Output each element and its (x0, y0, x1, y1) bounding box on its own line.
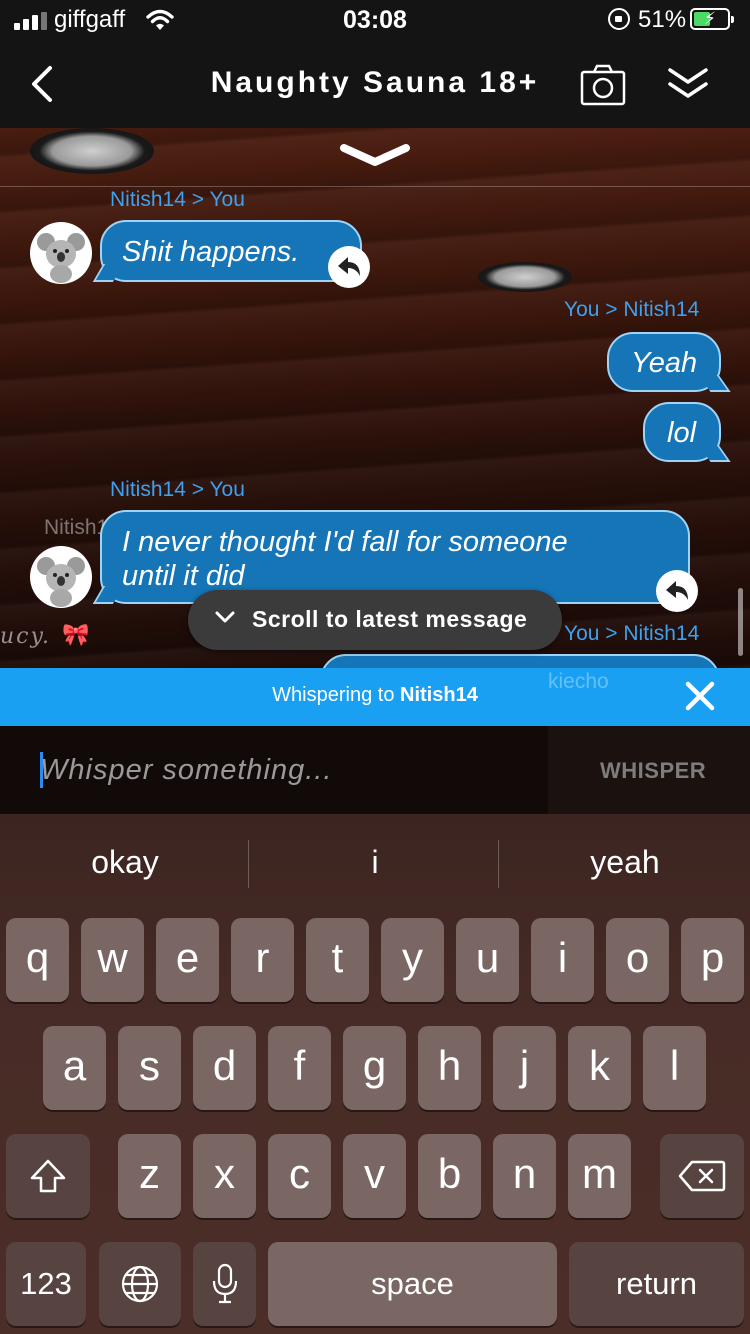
chat-area[interactable]: Nitish14 > You Shit happens. You > Nitis… (0, 128, 750, 668)
background-script-text: ucy. (0, 624, 51, 649)
key-m[interactable]: m (568, 1134, 631, 1218)
suggestion-okay[interactable]: okay (0, 844, 250, 881)
key-b[interactable]: b (418, 1134, 481, 1218)
delete-key[interactable] (660, 1134, 744, 1218)
suggestion-yeah[interactable]: yeah (500, 844, 750, 881)
reply-button[interactable] (656, 570, 698, 612)
key-k[interactable]: k (568, 1026, 631, 1110)
dictation-key[interactable] (193, 1242, 256, 1326)
numbers-key[interactable]: 123 (6, 1242, 86, 1326)
scroll-to-latest-button[interactable]: Scroll to latest message (188, 590, 562, 650)
avatar[interactable] (30, 546, 92, 608)
message-input-row: WHISPER (0, 726, 750, 814)
key-f[interactable]: f (268, 1026, 331, 1110)
text-cursor (40, 752, 43, 788)
back-button[interactable] (24, 62, 64, 106)
message-bubble[interactable]: Yeah (607, 332, 721, 392)
ceiling-lamp (478, 262, 572, 292)
backspace-icon (678, 1160, 726, 1192)
suggestion-divider (248, 840, 249, 888)
message-sender-label: Nitish14 > You (110, 188, 245, 211)
key-a[interactable]: a (43, 1026, 106, 1110)
key-o[interactable]: o (606, 918, 669, 1002)
return-key[interactable]: return (569, 1242, 744, 1326)
divider (0, 186, 750, 187)
key-e[interactable]: e (156, 918, 219, 1002)
globe-key[interactable] (99, 1242, 181, 1326)
key-j[interactable]: j (493, 1026, 556, 1110)
key-u[interactable]: u (456, 918, 519, 1002)
space-key[interactable]: space (268, 1242, 557, 1326)
key-r[interactable]: r (231, 918, 294, 1002)
bow-icon: 🎀 (62, 622, 90, 647)
message-bubble[interactable]: lol (643, 402, 721, 462)
suggestion-i[interactable]: i (250, 844, 500, 881)
chevron-down-icon (215, 611, 235, 623)
key-x[interactable]: x (193, 1134, 256, 1218)
globe-icon (121, 1265, 159, 1303)
key-g[interactable]: g (343, 1026, 406, 1110)
key-q[interactable]: q (6, 918, 69, 1002)
key-y[interactable]: y (381, 918, 444, 1002)
whisper-input[interactable] (40, 750, 540, 790)
avatar[interactable] (30, 222, 92, 284)
key-l[interactable]: l (643, 1026, 706, 1110)
key-i[interactable]: i (531, 918, 594, 1002)
battery-icon: ⚡ (690, 8, 734, 30)
shift-arrow-icon (30, 1159, 66, 1193)
reply-button[interactable] (328, 246, 370, 288)
whisper-banner: Whispering to Nitish14 (0, 668, 750, 726)
keyboard: okay i yeah q w e r t y u i o p a s d f … (0, 814, 750, 1334)
camera-button[interactable] (580, 64, 626, 106)
top-bar: giffgaff 03:08 51% ⚡ Naughty Sauna 18+ (0, 0, 750, 128)
reply-arrow-icon (666, 581, 688, 600)
charging-bolt-icon: ⚡ (704, 9, 716, 28)
collapse-button[interactable] (666, 64, 710, 104)
key-v[interactable]: v (343, 1134, 406, 1218)
key-z[interactable]: z (118, 1134, 181, 1218)
koala-avatar-icon (37, 557, 85, 607)
message-sender-label: You > Nitish14 (564, 298, 700, 321)
status-bar: giffgaff 03:08 51% ⚡ (0, 0, 750, 44)
message-sender-label: Nitish14 > You (110, 478, 245, 501)
shift-key[interactable] (6, 1134, 90, 1218)
ceiling-lamp (30, 128, 154, 174)
room-title: Naughty Sauna 18+ (210, 66, 540, 99)
battery-percent: 51% (638, 6, 687, 33)
close-whisper-button[interactable] (680, 676, 720, 716)
key-t[interactable]: t (306, 918, 369, 1002)
key-h[interactable]: h (418, 1026, 481, 1110)
background-username: kiecho (548, 670, 609, 693)
orientation-lock-icon (608, 8, 630, 30)
chat-scrollbar[interactable] (738, 588, 743, 656)
key-n[interactable]: n (493, 1134, 556, 1218)
message-bubble[interactable] (320, 654, 720, 668)
whisper-send-button[interactable]: WHISPER (600, 758, 706, 784)
key-d[interactable]: d (193, 1026, 256, 1110)
reply-arrow-icon (338, 257, 360, 276)
suggestion-divider (498, 840, 499, 888)
key-p[interactable]: p (681, 918, 744, 1002)
message-sender-label: You > Nitish14 (564, 622, 700, 645)
pull-down-chevron-icon[interactable] (338, 142, 412, 170)
whisper-banner-label: Whispering to Nitish14 (272, 684, 478, 706)
key-s[interactable]: s (118, 1026, 181, 1110)
key-w[interactable]: w (81, 918, 144, 1002)
microphone-icon (212, 1263, 237, 1304)
koala-avatar-icon (37, 233, 85, 283)
key-c[interactable]: c (268, 1134, 331, 1218)
message-bubble[interactable]: Shit happens. (100, 220, 362, 282)
